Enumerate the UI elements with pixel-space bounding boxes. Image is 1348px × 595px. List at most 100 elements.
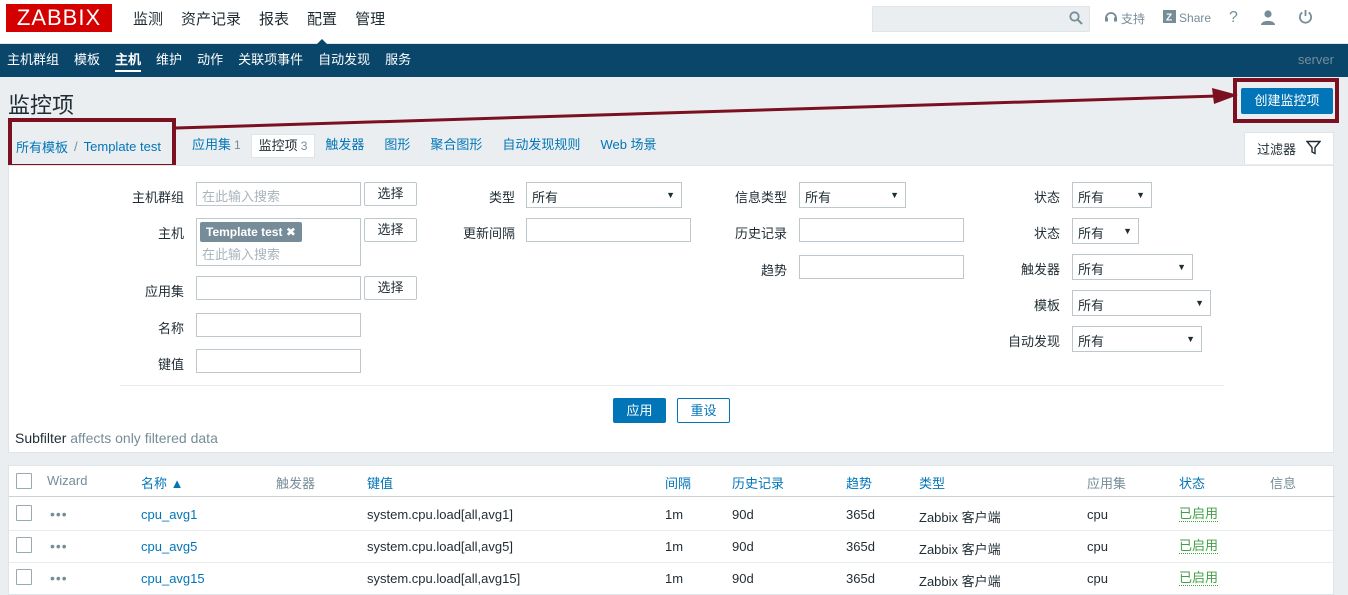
host-chip[interactable]: Template test ✖ [200, 222, 302, 242]
host-select-button[interactable]: 选择 [364, 218, 417, 242]
tab-label: 聚合图形 [430, 137, 483, 152]
application-label: 应用集 [144, 284, 184, 299]
tab-label: 自动发现规则 [502, 137, 581, 152]
item-status-toggle[interactable]: 已启用 [1179, 507, 1219, 522]
row-checkbox[interactable] [16, 537, 32, 553]
key-input[interactable] [196, 349, 361, 373]
filter-panel: 主机群组 在此输入搜索 选择 主机 Template test ✖ 在此输入搜索… [8, 165, 1334, 453]
status-select[interactable]: 所有 ▼ [1072, 218, 1139, 244]
item-history: 90d [732, 539, 754, 554]
item-name-link[interactable]: cpu_avg15 [141, 571, 205, 586]
discovery-label: 自动发现 [1007, 334, 1060, 349]
type-select[interactable]: 所有 ▼ [526, 182, 682, 208]
tab-items[interactable]: 监控项 3 [250, 134, 316, 158]
key-label: 键值 [157, 357, 184, 372]
row-divider [9, 530, 1335, 531]
col-key[interactable]: 键值 [367, 473, 393, 492]
template-label: 模板 [1033, 298, 1060, 313]
item-history: 90d [732, 571, 754, 586]
col-interval[interactable]: 间隔 [665, 473, 691, 492]
item-trends: 365d [846, 539, 875, 554]
name-input[interactable] [196, 313, 361, 337]
item-interval: 1m [665, 539, 684, 554]
dropdown-arrow-icon: ▼ [1186, 334, 1195, 344]
state-select[interactable]: 所有 ▼ [1072, 182, 1152, 208]
tab-discovery-rules[interactable]: 自动发现规则 [492, 134, 590, 158]
col-applications: 应用集 [1087, 476, 1127, 491]
breadcrumb-template[interactable]: Template test [84, 139, 161, 154]
breadcrumb-separator: / [74, 138, 78, 154]
item-status-toggle[interactable]: 已启用 [1179, 571, 1219, 586]
remove-chip-icon[interactable]: ✖ [286, 225, 296, 239]
breadcrumb-all-templates[interactable]: 所有模板 [16, 137, 68, 156]
discovery-select[interactable]: 所有 ▼ [1072, 326, 1202, 352]
tab-applications[interactable]: 应用集 1 [182, 134, 251, 158]
tab-count: 3 [300, 139, 308, 153]
item-name-link[interactable]: cpu_avg5 [141, 539, 197, 554]
col-history[interactable]: 历史记录 [732, 473, 784, 492]
type-value: 所有 [532, 190, 559, 205]
triggers-select[interactable]: 所有 ▼ [1072, 254, 1193, 280]
item-application: cpu [1087, 539, 1108, 554]
tab-graphs[interactable]: 图形 [374, 134, 420, 158]
state-label: 状态 [1033, 190, 1060, 205]
application-input[interactable] [196, 276, 361, 300]
wizard-menu-icon[interactable]: ••• [50, 570, 68, 586]
item-type: Zabbix 客户端 [919, 542, 1001, 557]
history-input[interactable] [799, 218, 964, 242]
triggers-label: 触发器 [1020, 262, 1060, 277]
reset-button[interactable]: 重设 [677, 398, 730, 423]
host-group-input[interactable]: 在此输入搜索 [196, 182, 361, 206]
col-trends[interactable]: 趋势 [846, 473, 872, 492]
filter-toggle[interactable]: 过滤器 [1244, 132, 1334, 164]
status-label: 状态 [1033, 226, 1060, 241]
subfilter-note: affects only filtered data [70, 430, 218, 446]
item-interval: 1m [665, 571, 684, 586]
dropdown-arrow-icon: ▼ [890, 190, 899, 200]
col-name[interactable]: 名称 ▲ [141, 473, 183, 492]
row-checkbox[interactable] [16, 569, 32, 585]
funnel-icon [1305, 140, 1322, 158]
item-key: system.cpu.load[all,avg1] [367, 507, 513, 522]
template-value: 所有 [1078, 298, 1105, 313]
status-value: 所有 [1078, 226, 1105, 241]
subfilter-header: Subfilter affects only filtered data [15, 430, 218, 446]
item-key: system.cpu.load[all,avg15] [367, 571, 521, 586]
application-select-button[interactable]: 选择 [364, 276, 417, 300]
interval-input[interactable] [526, 218, 691, 242]
wizard-menu-icon[interactable]: ••• [50, 506, 68, 522]
trends-input[interactable] [799, 255, 964, 279]
state-value: 所有 [1078, 190, 1105, 205]
col-type[interactable]: 类型 [919, 473, 945, 492]
item-type: Zabbix 客户端 [919, 574, 1001, 589]
item-name-link[interactable]: cpu_avg1 [141, 507, 197, 522]
history-label: 历史记录 [734, 226, 787, 241]
host-placeholder: 在此输入搜索 [202, 247, 281, 262]
apply-button[interactable]: 应用 [613, 398, 666, 423]
dropdown-arrow-icon: ▼ [1195, 298, 1204, 308]
wizard-menu-icon[interactable]: ••• [50, 538, 68, 554]
row-checkbox[interactable] [16, 505, 32, 521]
tab-label: 触发器 [325, 137, 365, 152]
item-interval: 1m [665, 507, 684, 522]
tab-triggers[interactable]: 触发器 [315, 134, 374, 158]
info-type-select[interactable]: 所有 ▼ [799, 182, 906, 208]
host-group-select-button[interactable]: 选择 [364, 182, 417, 206]
item-application: cpu [1087, 571, 1108, 586]
subfilter-label: Subfilter [15, 430, 67, 446]
host-input[interactable]: Template test ✖ 在此输入搜索 [196, 218, 361, 266]
item-trends: 365d [846, 507, 875, 522]
tab-count: 1 [233, 138, 241, 152]
select-all-checkbox[interactable] [16, 473, 32, 489]
filter-label: 过滤器 [1256, 142, 1296, 157]
col-status[interactable]: 状态 [1179, 473, 1205, 492]
template-select[interactable]: 所有 ▼ [1072, 290, 1211, 316]
col-info: 信息 [1270, 476, 1297, 491]
tab-web-scenarios[interactable]: Web 场景 [590, 134, 666, 158]
tab-label: 应用集 [191, 137, 231, 152]
name-label: 名称 [157, 321, 184, 336]
tab-label: 图形 [384, 137, 411, 152]
col-wizard: Wizard [47, 473, 88, 488]
tab-screens[interactable]: 聚合图形 [420, 134, 492, 158]
item-status-toggle[interactable]: 已启用 [1179, 539, 1219, 554]
